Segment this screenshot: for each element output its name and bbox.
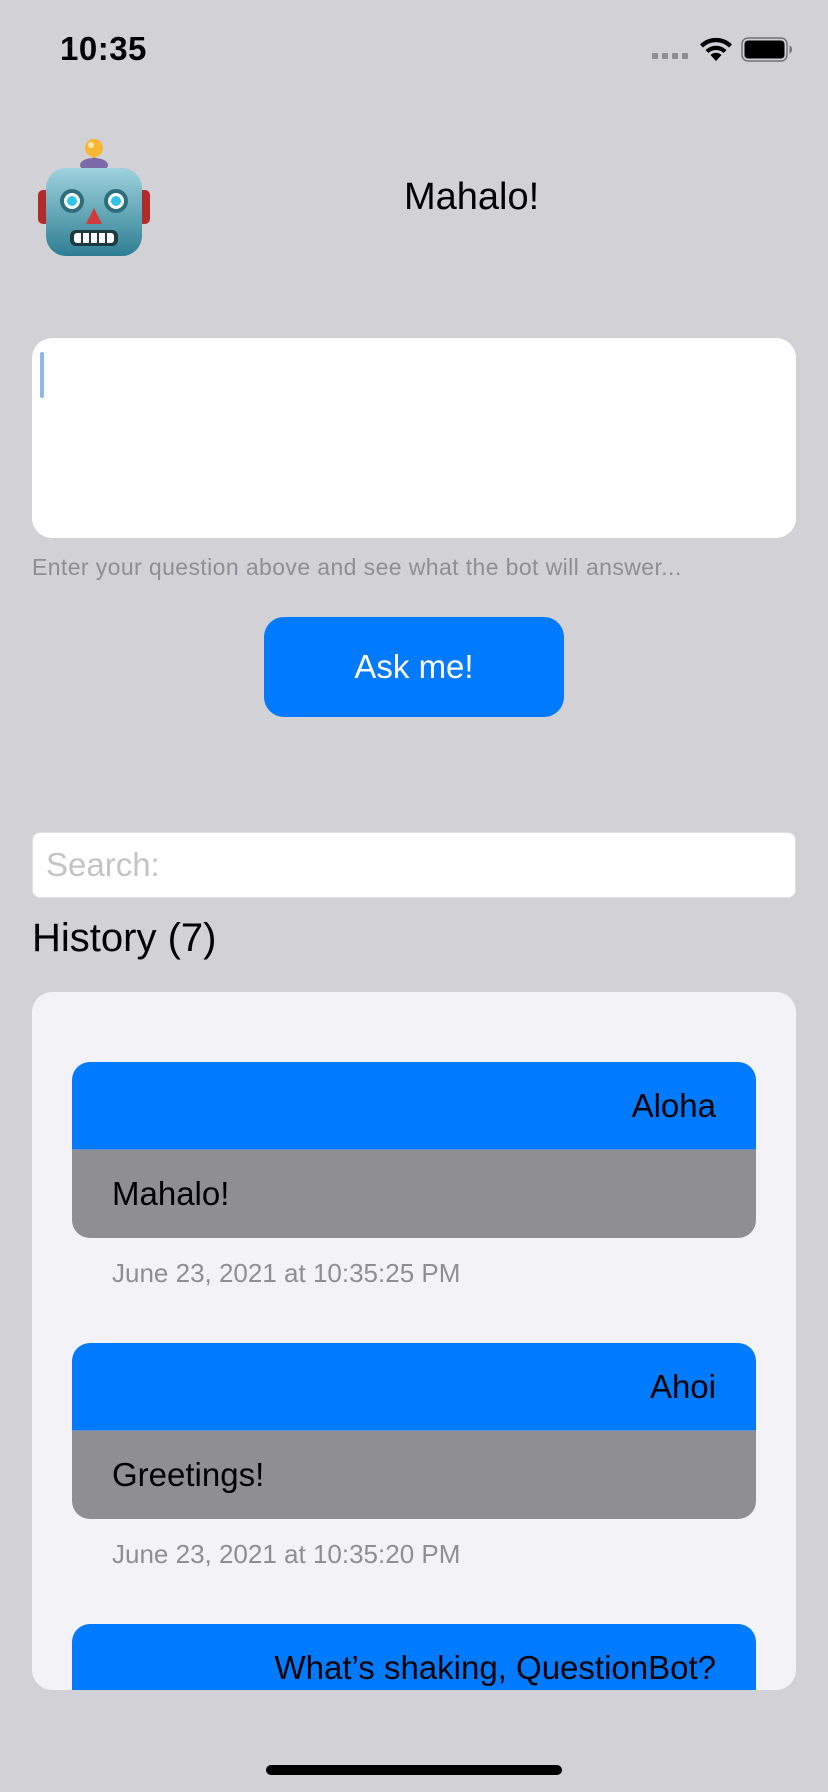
cellular-signal-icon <box>652 53 688 59</box>
question-input[interactable] <box>32 338 796 538</box>
bot-answer-title: Mahalo! <box>404 176 540 218</box>
robot-face-icon <box>38 139 150 256</box>
history-list[interactable]: Aloha Mahalo! June 23, 2021 at 10:35:25 … <box>32 992 796 1690</box>
conversation-bubble: Aloha Mahalo! <box>72 1062 756 1238</box>
conversation-bubble: What’s shaking, QuestionBot? <box>72 1624 756 1690</box>
answer-bubble: Mahalo! <box>72 1150 756 1238</box>
history-heading: History (7) <box>32 916 217 960</box>
timestamp: June 23, 2021 at 10:35:20 PM <box>112 1539 461 1569</box>
status-time: 10:35 <box>60 30 147 67</box>
question-bubble: Ahoi <box>72 1343 756 1431</box>
home-indicator[interactable] <box>266 1765 562 1775</box>
wifi-icon <box>700 37 732 61</box>
app-screen: 10:35 Mahalo! Enter your question above … <box>0 0 828 1792</box>
history-item[interactable]: Ahoi Greetings! June 23, 2021 at 10:35:2… <box>72 1343 756 1570</box>
search-input[interactable] <box>32 832 796 898</box>
timestamp: June 23, 2021 at 10:35:25 PM <box>112 1258 461 1288</box>
history-item[interactable]: Aloha Mahalo! June 23, 2021 at 10:35:25 … <box>72 1062 756 1289</box>
history-item[interactable]: What’s shaking, QuestionBot? <box>72 1624 756 1690</box>
question-bubble: What’s shaking, QuestionBot? <box>72 1624 756 1690</box>
answer-bubble: Greetings! <box>72 1431 756 1519</box>
question-bubble: Aloha <box>72 1062 756 1150</box>
question-hint: Enter your question above and see what t… <box>32 554 682 580</box>
status-bar: 10:35 <box>0 0 828 100</box>
battery-icon <box>741 37 792 62</box>
ask-button[interactable]: Ask me! <box>264 617 564 717</box>
text-caret <box>40 352 44 398</box>
conversation-bubble: Ahoi Greetings! <box>72 1343 756 1519</box>
